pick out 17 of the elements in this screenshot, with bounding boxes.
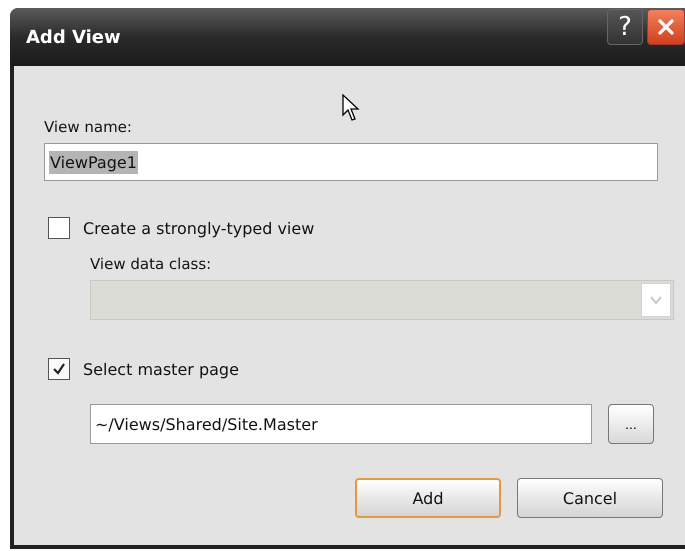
- close-button[interactable]: [647, 9, 685, 45]
- checkbox-label: Select master page: [83, 360, 239, 378]
- help-button[interactable]: ?: [607, 9, 643, 45]
- cursor-icon: [342, 94, 360, 122]
- view-name-field[interactable]: ViewPage1: [44, 143, 658, 181]
- field-label: View name:: [44, 118, 132, 136]
- add-button[interactable]: Add: [355, 478, 501, 518]
- master-page-field[interactable]: ~/Views/Shared/Site.Master: [90, 404, 592, 444]
- browse-button[interactable]: ...: [608, 404, 654, 444]
- check-icon: [52, 362, 66, 376]
- checkbox[interactable]: [48, 217, 70, 239]
- window-title: Add View: [26, 26, 121, 48]
- checkbox-label: Create a strongly-typed view: [83, 218, 314, 238]
- cancel-button[interactable]: Cancel: [517, 478, 663, 518]
- close-icon: [656, 17, 676, 37]
- checkbox[interactable]: [48, 358, 70, 380]
- field-label: View data class:: [90, 255, 212, 273]
